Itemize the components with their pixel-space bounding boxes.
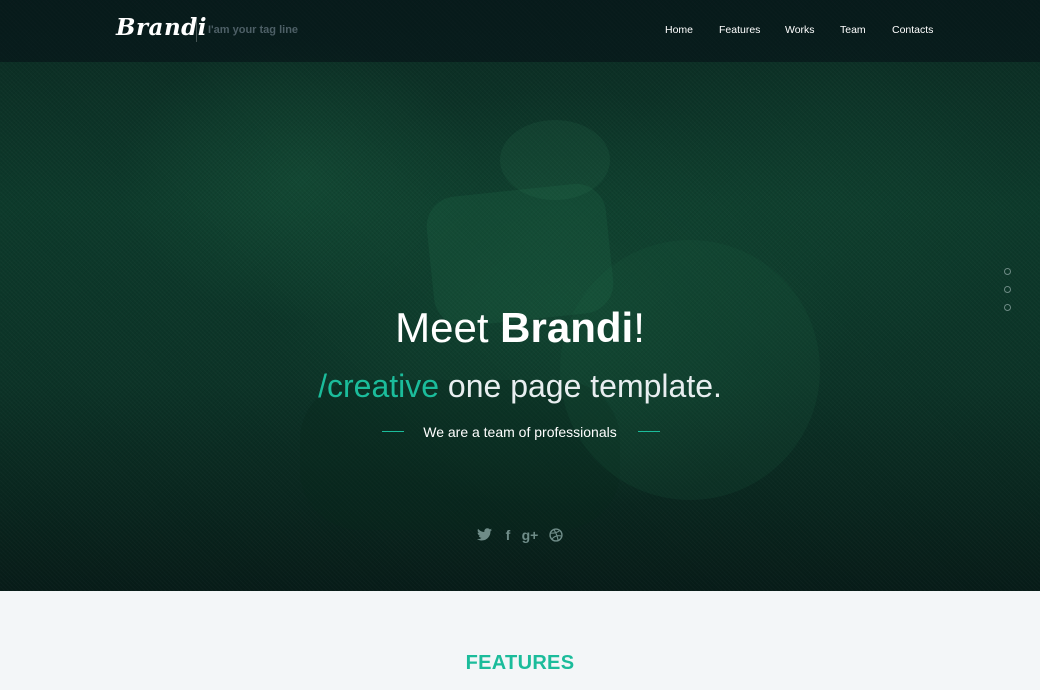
- nav-item-works[interactable]: Works: [785, 24, 815, 36]
- nav-item-features[interactable]: Features: [719, 24, 760, 36]
- brand-logo[interactable]: Brandi: [116, 14, 207, 41]
- facebook-icon[interactable]: f: [499, 526, 517, 544]
- logo-divider: [196, 18, 197, 42]
- hero-subtitle-rest: one page template.: [439, 368, 722, 404]
- brand-tagline: I'am your tag line: [208, 24, 299, 36]
- google-plus-icon[interactable]: g+: [521, 526, 539, 544]
- features-heading: FEATURES: [465, 652, 575, 674]
- nav-item-contacts[interactable]: Contacts: [892, 24, 933, 36]
- hero-note: We are a team of professionals: [423, 424, 617, 440]
- slider-dot[interactable]: [1004, 304, 1011, 311]
- hero-title-suffix: !: [633, 304, 645, 351]
- features-section: FEATURES: [0, 591, 1040, 690]
- hero-subtitle: /creative one page template.: [0, 364, 1040, 408]
- navbar: Brandi I'am your tag line Home Features …: [0, 0, 1040, 62]
- nav-item-home[interactable]: Home: [665, 24, 693, 36]
- hero-title: Meet Brandi!: [0, 300, 1040, 356]
- hero-divider-right: [638, 431, 660, 432]
- hero-background-shape: [500, 120, 610, 200]
- hero-title-prefix: Meet: [395, 304, 501, 351]
- hero-title-brand: Brandi: [500, 304, 634, 351]
- hero-subtitle-accent: /creative: [318, 368, 440, 404]
- slider-dot[interactable]: [1004, 268, 1011, 275]
- nav-item-team[interactable]: Team: [840, 24, 866, 36]
- dribbble-icon[interactable]: [547, 526, 565, 544]
- hero-section: Brandi I'am your tag line Home Features …: [0, 0, 1040, 591]
- slider-dot[interactable]: [1004, 286, 1011, 293]
- twitter-icon[interactable]: [475, 526, 493, 544]
